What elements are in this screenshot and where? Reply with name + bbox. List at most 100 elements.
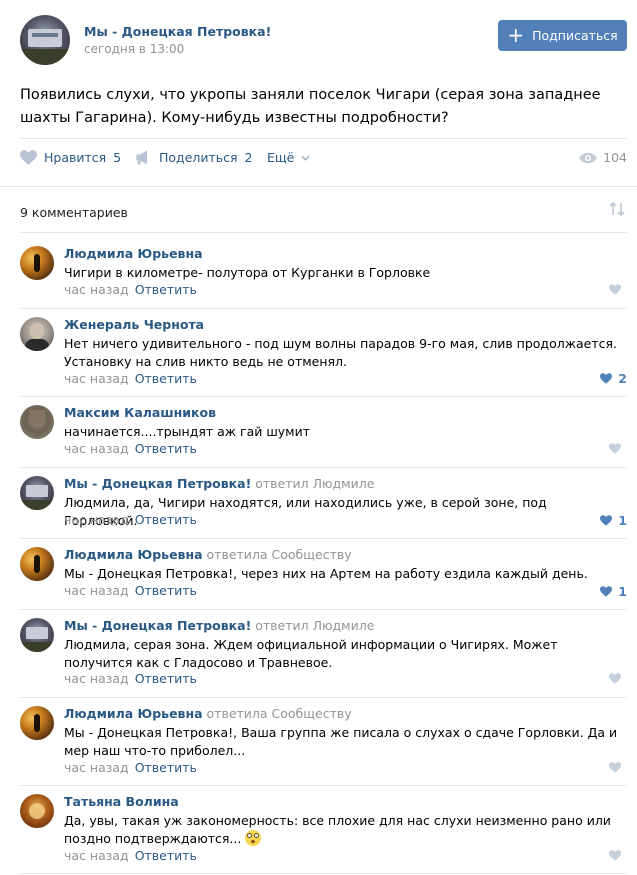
comment-author: Мы - Донецкая Петровка! ответил Людмиле xyxy=(64,476,375,491)
heart-icon xyxy=(609,443,621,454)
comment: Татьяна Волина Да, увы, такая уж законом… xyxy=(20,794,627,872)
heart-icon xyxy=(20,150,37,165)
chevron-down-icon xyxy=(301,155,310,161)
heart-icon xyxy=(609,673,621,684)
reply-button[interactable]: Ответить xyxy=(135,371,197,386)
comment-meta: час назад Ответить xyxy=(64,371,197,386)
comment-like-button[interactable] xyxy=(609,443,627,454)
like-button[interactable]: Нравится 5 xyxy=(20,150,121,165)
comment-text: начинается....трындят аж гай шумит xyxy=(64,424,310,439)
comment-like-button[interactable] xyxy=(609,284,627,295)
comment-meta: час назад Ответить xyxy=(64,848,197,863)
divider xyxy=(20,697,627,698)
comment-meta: час назад Ответить xyxy=(64,671,197,686)
author-link[interactable]: Мы - Донецкая Петровка! xyxy=(64,618,251,633)
divider xyxy=(20,308,627,309)
comment: Мы - Донецкая Петровка! ответил Людмиле … xyxy=(20,618,627,696)
comment-meta: час назад Ответить xyxy=(64,282,197,297)
avatar[interactable] xyxy=(20,794,54,828)
subscribe-button[interactable]: + Подписаться xyxy=(498,20,627,51)
group-name-link[interactable]: Мы - Донецкая Петровка! xyxy=(84,24,271,39)
heart-icon xyxy=(600,586,613,597)
comment-like-button[interactable] xyxy=(609,762,627,773)
post-text: Появились слухи, что укропы заняли посел… xyxy=(20,87,601,126)
comment-like-button[interactable] xyxy=(609,673,627,684)
comment-like-button[interactable] xyxy=(609,850,627,861)
author-link[interactable]: Женераль Чернота xyxy=(64,317,204,332)
avatar[interactable] xyxy=(20,618,54,652)
divider xyxy=(20,873,627,874)
comment: Людмила Юрьевна ответила Сообществу Мы -… xyxy=(20,547,627,607)
comment-meta: час назад Ответить xyxy=(64,760,197,775)
divider xyxy=(20,785,627,786)
heart-icon xyxy=(609,850,621,861)
divider xyxy=(20,609,627,610)
author-link[interactable]: Максим Калашников xyxy=(64,405,216,420)
reply-button[interactable]: Ответить xyxy=(135,512,197,527)
comment-author: Людмила Юрьевна ответила Сообществу xyxy=(64,706,352,721)
comment: Людмила Юрьевна ответила Сообществу Мы -… xyxy=(20,706,627,784)
author-link[interactable]: Мы - Донецкая Петровка! xyxy=(64,476,251,491)
post-date[interactable]: сегодня в 13:00 xyxy=(84,42,184,56)
comment-text: Мы - Донецкая Петровка!, через них на Ар… xyxy=(64,566,588,581)
avatar[interactable] xyxy=(20,405,54,439)
comment-author: Людмила Юрьевна xyxy=(64,246,203,261)
reply-button[interactable]: Ответить xyxy=(135,583,197,598)
comment-text: Да, увы, такая уж закономерность: все пл… xyxy=(64,813,611,846)
heart-icon xyxy=(600,515,613,526)
share-button[interactable]: Поделиться 2 xyxy=(135,150,253,165)
comment-author: Мы - Донецкая Петровка! ответил Людмиле xyxy=(64,618,375,633)
more-button[interactable]: Ещё xyxy=(267,150,310,165)
avatar[interactable] xyxy=(20,547,54,581)
divider xyxy=(20,138,627,139)
flushed-emoji-icon xyxy=(245,830,262,846)
megaphone-icon xyxy=(136,150,148,165)
subscribe-label: Подписаться xyxy=(532,28,618,43)
reply-button[interactable]: Ответить xyxy=(135,441,197,456)
comment-text: Нет ничего удивительного - под шум волны… xyxy=(64,336,617,369)
avatar[interactable] xyxy=(20,706,54,740)
divider xyxy=(0,186,637,187)
divider xyxy=(20,232,627,233)
heart-icon xyxy=(609,762,621,773)
post-header: Мы - Донецкая Петровка! сегодня в 13:00 … xyxy=(20,15,627,67)
reply-button[interactable]: Ответить xyxy=(135,671,197,686)
avatar[interactable] xyxy=(20,317,54,351)
comment-author: Максим Калашников xyxy=(64,405,216,420)
comment: Мы - Донецкая Петровка! ответил Людмиле … xyxy=(20,476,627,536)
comment-like-button[interactable]: 2 xyxy=(600,371,627,386)
comment-like-button[interactable]: 1 xyxy=(600,513,627,528)
reply-button[interactable]: Ответить xyxy=(135,760,197,775)
avatar[interactable] xyxy=(20,476,54,510)
share-label: Поделиться xyxy=(159,150,238,165)
comment-meta: час назад Ответить xyxy=(64,583,197,598)
comment-text: Мы - Донецкая Петровка!, Ваша группа же … xyxy=(64,725,618,758)
comments-count: 9 комментариев xyxy=(20,205,128,220)
like-count: 1 xyxy=(618,513,627,528)
group-avatar[interactable] xyxy=(20,15,70,65)
comment-author: Женераль Чернота xyxy=(64,317,204,332)
author-link[interactable]: Людмила Юрьевна xyxy=(64,246,203,261)
eye-icon xyxy=(579,152,598,163)
reply-button[interactable]: Ответить xyxy=(135,282,197,297)
share-count: 2 xyxy=(244,150,253,165)
reply-button[interactable]: Ответить xyxy=(135,848,197,863)
comment: Женераль Чернота Нет ничего удивительног… xyxy=(20,317,627,397)
comment-meta: час назад Ответить xyxy=(64,441,197,456)
like-count: 5 xyxy=(113,150,122,165)
like-label: Нравится xyxy=(44,150,107,165)
comment: Максим Калашников начинается....трындят … xyxy=(20,405,627,465)
views-counter: 104 xyxy=(579,150,627,165)
post-actions: Нравится 5 Поделиться 2 Ещё 104 xyxy=(20,150,627,174)
like-count: 2 xyxy=(618,371,627,386)
comment-like-button[interactable]: 1 xyxy=(600,584,627,599)
heart-icon xyxy=(600,373,613,384)
avatar[interactable] xyxy=(20,246,54,280)
author-link[interactable]: Татьяна Волина xyxy=(64,794,179,809)
sort-icon[interactable] xyxy=(609,201,625,220)
author-link[interactable]: Людмила Юрьевна xyxy=(64,547,203,562)
views-count: 104 xyxy=(603,150,627,165)
divider xyxy=(20,538,627,539)
comment-author: Людмила Юрьевна ответила Сообществу xyxy=(64,547,352,562)
author-link[interactable]: Людмила Юрьевна xyxy=(64,706,203,721)
